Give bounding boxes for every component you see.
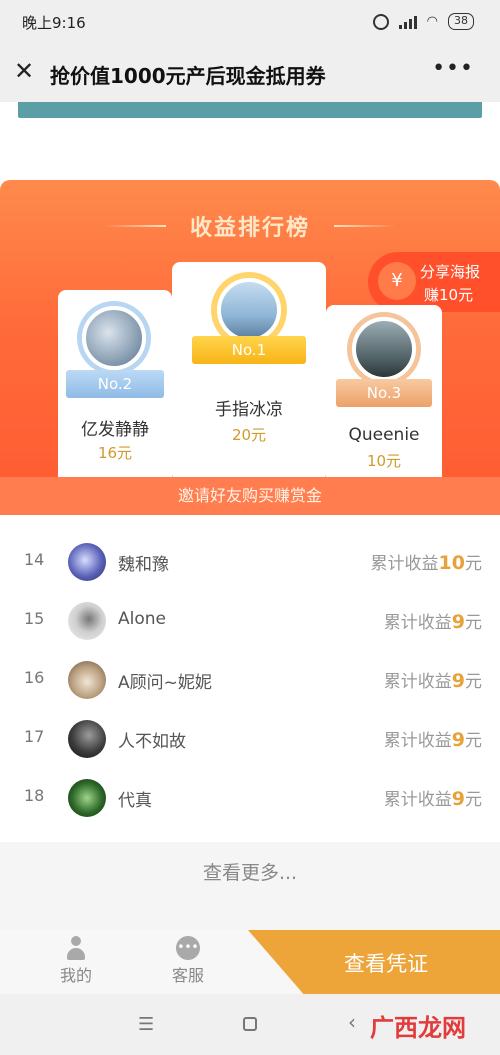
user-name: Alone — [118, 609, 166, 629]
earnings: 累计收益9元 — [383, 670, 482, 692]
rank-list: 14 魏和豫 累计收益10元 15 Alone 累计收益9元 16 A顾问~妮妮… — [0, 532, 500, 827]
tab-service[interactable]: ••• 客服 — [158, 936, 218, 986]
signal-icon — [398, 15, 417, 29]
alarm-icon — [372, 13, 389, 30]
leaderboard-title: 收益排行榜 — [189, 216, 310, 241]
more-icon[interactable]: ••• — [432, 56, 474, 81]
wifi-icon: ◠ — [426, 14, 438, 29]
list-item[interactable]: 17 人不如故 累计收益9元 — [0, 709, 500, 768]
view-more-link[interactable]: 查看更多... — [0, 858, 500, 885]
avatar — [82, 306, 146, 370]
tab-service-label: 客服 — [171, 966, 204, 985]
invite-banner[interactable]: 邀请好友购买赚赏金 — [0, 477, 500, 515]
avatar — [68, 661, 106, 699]
share-poster-button[interactable]: ¥ 分享海报 赚10元 — [368, 252, 500, 312]
rank-number: 16 — [24, 668, 45, 687]
podium-first[interactable]: No.1 手指冰凉 20元 — [172, 262, 326, 482]
podium-second[interactable]: No.2 亿发静静 16元 — [58, 290, 172, 490]
avatar — [352, 317, 416, 381]
chat-icon: ••• — [176, 936, 200, 960]
status-time: 晚上9:16 — [22, 14, 86, 32]
podium-amount: 10元 — [366, 452, 402, 470]
earnings: 累计收益10元 — [370, 552, 482, 574]
list-item[interactable]: 14 魏和豫 累计收益10元 — [0, 532, 500, 591]
avatar — [68, 602, 106, 640]
status-bar: 晚上9:16 ◠ 38 — [0, 0, 500, 44]
back-icon[interactable]: ‹ — [348, 1010, 356, 1034]
share-line2: 赚10元 — [424, 286, 474, 304]
user-name: 魏和豫 — [118, 555, 169, 575]
user-name: 人不如故 — [118, 732, 186, 752]
list-item[interactable]: 16 A顾问~妮妮 累计收益9元 — [0, 650, 500, 709]
user-name: A顾问~妮妮 — [118, 673, 212, 693]
status-icons: ◠ 38 — [372, 13, 474, 30]
podium-amount: 20元 — [231, 426, 267, 444]
user-name: 代真 — [118, 791, 152, 811]
rank-number: 15 — [24, 609, 45, 628]
rank-number: 17 — [24, 727, 45, 746]
title-decoration-right — [334, 225, 396, 227]
podium-name: 手指冰凉 — [215, 400, 283, 420]
list-item[interactable]: 15 Alone 累计收益9元 — [0, 591, 500, 650]
earnings: 累计收益9元 — [383, 788, 482, 810]
battery-icon: 38 — [448, 13, 474, 30]
rank-number: 14 — [24, 550, 45, 569]
share-line1: 分享海报 — [420, 263, 481, 281]
avatar — [68, 779, 106, 817]
podium-amount: 16元 — [97, 444, 133, 462]
menu-icon[interactable]: ☰ — [138, 1014, 154, 1035]
rank-ribbon: No.3 — [336, 379, 432, 407]
podium-third[interactable]: No.3 Queenie 10元 — [326, 305, 442, 495]
rank-ribbon: No.1 — [192, 336, 306, 364]
avatar — [68, 720, 106, 758]
avatar — [217, 278, 281, 342]
system-nav-bar: ☰ ‹ 广西龙网 — [0, 994, 500, 1055]
money-bag-icon: ¥ — [378, 262, 416, 300]
view-voucher-button[interactable]: 查看凭证 — [248, 930, 500, 994]
banner-strip — [18, 102, 482, 118]
list-item[interactable]: 18 代真 累计收益9元 — [0, 768, 500, 827]
load-more-area: 查看更多... — [0, 842, 500, 930]
home-icon[interactable] — [243, 1017, 257, 1031]
close-icon[interactable]: ✕ — [14, 59, 36, 83]
rank-ribbon: No.2 — [66, 370, 164, 398]
earnings: 累计收益9元 — [383, 729, 482, 751]
avatar — [68, 543, 106, 581]
nav-bar: ✕ 抢价值1000元产后现金抵用券 ••• — [0, 44, 500, 102]
main-content: 收益排行榜 ¥ 分享海报 赚10元 No.2 亿发静静 16元 No.3 Que… — [0, 102, 500, 930]
page-title: 抢价值1000元产后现金抵用券 — [50, 64, 326, 88]
watermark: 广西龙网 — [370, 1014, 466, 1042]
person-icon — [64, 936, 88, 960]
bottom-bar: 我的 ••• 客服 查看凭证 — [0, 930, 500, 994]
leaderboard-card: 收益排行榜 ¥ 分享海报 赚10元 No.2 亿发静静 16元 No.3 Que… — [0, 180, 500, 515]
podium-name: Queenie — [348, 425, 420, 445]
rank-number: 18 — [24, 786, 45, 805]
tab-me-label: 我的 — [59, 966, 92, 985]
podium-name: 亿发静静 — [81, 420, 149, 440]
view-voucher-label: 查看凭证 — [344, 952, 428, 976]
earnings: 累计收益9元 — [383, 611, 482, 633]
tab-me[interactable]: 我的 — [46, 936, 106, 986]
